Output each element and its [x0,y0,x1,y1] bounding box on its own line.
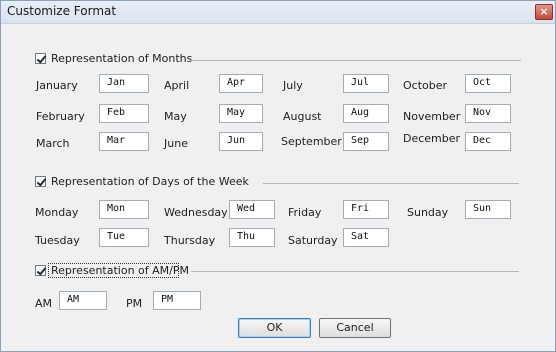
am-field[interactable]: AM [59,291,107,310]
pm-label: PM [126,297,143,310]
day-field-thursday[interactable]: Thu [229,228,275,247]
day-label-friday: Friday [288,206,322,219]
month-field-march[interactable]: Mar [99,132,149,151]
month-field-december[interactable]: Dec [465,132,511,151]
month-label-december: December [403,132,461,145]
months-section-label: Representation of Months [51,52,193,65]
month-field-june[interactable]: Jun [219,132,263,151]
month-label-november: November [403,110,461,123]
month-field-july[interactable]: Jul [343,74,389,93]
close-icon[interactable]: × [535,4,553,20]
month-field-october[interactable]: Oct [465,74,511,93]
month-label-september: September [281,135,342,148]
ampm-focus-rectangle [48,263,179,278]
pm-field[interactable]: PM [153,291,201,310]
days-section-label: Representation of Days of the Week [51,175,249,188]
day-label-sunday: Sunday [407,206,449,219]
day-label-wednesday: Wednesday [164,206,228,219]
month-label-april: April [164,79,190,92]
month-label-october: October [403,79,448,92]
month-label-may: May [164,110,187,123]
month-label-january: January [36,79,78,92]
day-field-friday[interactable]: Fri [343,200,389,219]
days-checkbox[interactable] [35,176,46,187]
day-field-saturday[interactable]: Sat [343,228,389,247]
am-label: AM [35,297,53,310]
month-label-march: March [36,137,70,150]
month-label-august: August [283,110,322,123]
month-label-june: June [164,137,188,150]
month-label-july: July [283,79,303,92]
dialog-title: Customize Format [7,4,117,18]
day-label-monday: Monday [35,206,79,219]
day-field-sunday[interactable]: Sun [465,200,511,219]
cancel-button[interactable]: Cancel [319,318,391,338]
day-label-tuesday: Tuesday [35,234,80,247]
month-field-august[interactable]: Aug [343,104,389,123]
title-bar: Customize Format × [1,1,555,24]
day-field-wednesday[interactable]: Wed [229,200,275,219]
day-field-tuesday[interactable]: Tue [99,228,149,247]
ampm-checkbox[interactable] [35,265,46,276]
ok-button[interactable]: OK [238,318,311,338]
day-label-saturday: Saturday [288,234,338,247]
month-field-january[interactable]: Jan [99,74,149,93]
month-field-november[interactable]: Nov [465,104,511,123]
month-field-april[interactable]: Apr [219,74,263,93]
days-divider [263,183,519,184]
day-field-monday[interactable]: Mon [99,200,149,219]
month-field-may[interactable]: May [219,104,263,123]
month-label-february: February [36,110,85,123]
ampm-divider [191,271,519,272]
months-divider [191,60,521,61]
months-checkbox[interactable] [35,53,46,64]
month-field-february[interactable]: Feb [99,104,149,123]
customize-format-dialog: Customize Format × Representation of Mon… [0,0,556,352]
month-field-september[interactable]: Sep [343,132,389,151]
day-label-thursday: Thursday [164,234,216,247]
